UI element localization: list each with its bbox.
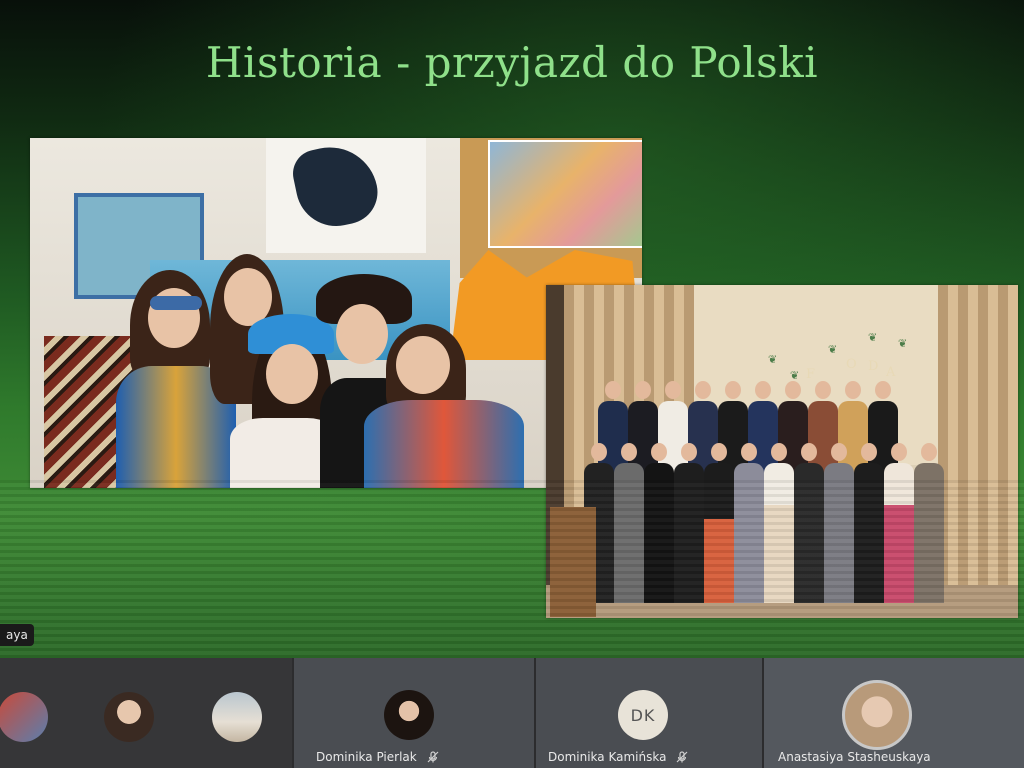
avatar xyxy=(0,692,48,742)
participant-tile-active[interactable]: Anastasiya Stasheuskaya xyxy=(764,658,1024,768)
participant-name: Anastasiya Stasheuskaya xyxy=(778,750,931,764)
mic-off-icon xyxy=(427,751,438,763)
mic-off-icon xyxy=(676,751,688,763)
slide-title: Historia - przyjazd do Polski xyxy=(205,38,819,87)
avatar xyxy=(212,692,262,742)
shared-slide: Historia - przyjazd do Polski ❦ ❦ ❦ ❦ ❦ … xyxy=(0,0,1024,658)
avatar xyxy=(104,692,154,742)
avatar xyxy=(384,690,434,740)
avatar xyxy=(842,680,912,750)
participant-strip: Dominika Pierlak DK Dominika Kamińska An… xyxy=(0,658,1024,768)
slide-photo-group: ❦ ❦ ❦ ❦ ❦ F O D A xyxy=(546,285,1018,618)
participant-name: Dominika Kamińska xyxy=(548,750,688,764)
avatar: DK xyxy=(618,690,668,740)
participant-tile[interactable] xyxy=(0,658,292,768)
participant-tile[interactable]: Dominika Pierlak xyxy=(294,658,534,768)
participant-tile[interactable]: DK Dominika Kamińska xyxy=(536,658,762,768)
speaker-name-label: aya xyxy=(0,624,34,646)
participant-name: Dominika Pierlak xyxy=(316,750,439,764)
